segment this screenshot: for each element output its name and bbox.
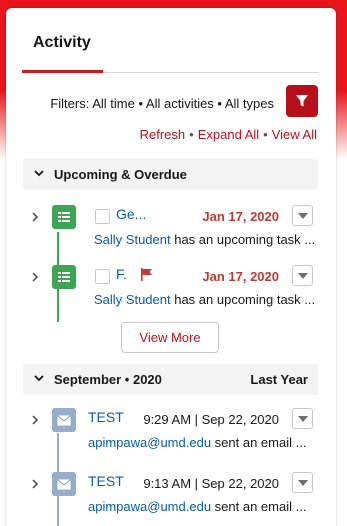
item-menu-button[interactable] bbox=[292, 472, 313, 493]
filter-button[interactable] bbox=[286, 85, 318, 117]
task-subject-link[interactable]: F. bbox=[116, 266, 127, 282]
chevron-down-icon bbox=[34, 170, 44, 177]
caret-down-icon bbox=[297, 415, 308, 422]
email-date: 9:13 AM | Sep 22, 2020 bbox=[143, 476, 279, 491]
filters-summary: Filters: All time • All activities • All… bbox=[50, 96, 274, 111]
link-separator: • bbox=[189, 127, 194, 142]
email-date: 9:29 AM | Sep 22, 2020 bbox=[143, 412, 279, 427]
item-description: apimpawa@umd.edu sent an email ... bbox=[88, 435, 328, 450]
item-description-text: sent an email ... bbox=[211, 499, 307, 514]
section-title: Upcoming & Overdue bbox=[54, 167, 187, 182]
expand-all-link[interactable]: Expand All bbox=[198, 127, 259, 142]
chevron-right-icon[interactable] bbox=[30, 414, 40, 426]
caret-down-icon bbox=[297, 212, 308, 219]
email-subject-link[interactable]: TEST bbox=[88, 473, 124, 489]
item-menu-button[interactable] bbox=[292, 205, 313, 226]
list-item: TEST 9:13 AM | Sep 22, 2020 apimpawa@umd… bbox=[6, 472, 347, 526]
section-header-upcoming[interactable]: Upcoming & Overdue bbox=[23, 159, 318, 190]
chevron-right-icon[interactable] bbox=[30, 271, 40, 283]
chevron-down-icon bbox=[34, 375, 44, 382]
list-item: F. Jan 17, 2020 Sally Student has an upc… bbox=[6, 265, 347, 321]
list-item: TEST 9:29 AM | Sep 22, 2020 apimpawa@umd… bbox=[6, 408, 347, 464]
task-due-date: Jan 17, 2020 bbox=[202, 209, 279, 224]
item-menu-button[interactable] bbox=[292, 265, 313, 286]
link-separator: • bbox=[263, 127, 268, 142]
item-description-text: has an upcoming task ... bbox=[170, 232, 316, 247]
view-more-button[interactable]: View More bbox=[121, 322, 219, 353]
flag-icon bbox=[141, 268, 152, 281]
task-checkbox[interactable] bbox=[95, 209, 110, 224]
chevron-right-icon[interactable] bbox=[30, 478, 40, 490]
list-item: Ge... Jan 17, 2020 Sally Student has an … bbox=[6, 205, 347, 261]
tab-bar: Activity bbox=[22, 33, 319, 73]
task-subject-link[interactable]: Ge... bbox=[116, 206, 146, 222]
sender-link[interactable]: apimpawa@umd.edu bbox=[88, 499, 212, 514]
contact-link[interactable]: Sally Student bbox=[94, 232, 171, 247]
item-description: Sally Student has an upcoming task ... bbox=[94, 292, 334, 307]
section-title: September • 2020 bbox=[54, 372, 162, 387]
item-menu-button[interactable] bbox=[292, 408, 313, 429]
email-subject-link[interactable]: TEST bbox=[88, 409, 124, 425]
section-right-label: Last Year bbox=[250, 372, 308, 387]
item-description: Sally Student has an upcoming task ... bbox=[94, 232, 334, 247]
item-description: apimpawa@umd.edu sent an email ... bbox=[88, 499, 328, 514]
task-due-date: Jan 17, 2020 bbox=[202, 269, 279, 284]
item-description-text: has an upcoming task ... bbox=[170, 292, 316, 307]
view-all-link[interactable]: View All bbox=[272, 127, 317, 142]
task-icon bbox=[52, 205, 76, 229]
tab-activity[interactable]: Activity bbox=[22, 33, 103, 73]
item-description-text: sent an email ... bbox=[211, 435, 307, 450]
caret-down-icon bbox=[297, 479, 308, 486]
email-icon bbox=[52, 408, 76, 432]
chevron-right-icon[interactable] bbox=[30, 211, 40, 223]
task-icon bbox=[52, 265, 76, 289]
activity-card: Activity Filters: All time • All activit… bbox=[6, 8, 336, 526]
action-links: Refresh • Expand All • View All bbox=[140, 127, 317, 142]
sender-link[interactable]: apimpawa@umd.edu bbox=[88, 435, 212, 450]
filter-icon bbox=[296, 95, 308, 107]
email-icon bbox=[52, 472, 76, 496]
caret-down-icon bbox=[297, 272, 308, 279]
task-checkbox[interactable] bbox=[95, 269, 110, 284]
contact-link[interactable]: Sally Student bbox=[94, 292, 171, 307]
refresh-link[interactable]: Refresh bbox=[140, 127, 186, 142]
section-header-september[interactable]: September • 2020 Last Year bbox=[23, 364, 318, 395]
